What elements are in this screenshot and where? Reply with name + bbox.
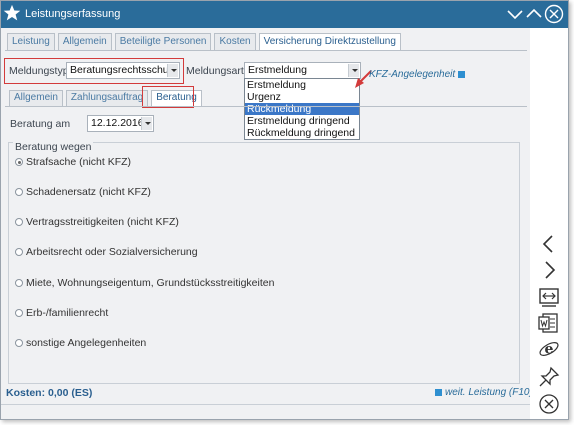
close-circle-icon[interactable] (538, 393, 560, 415)
radio-button[interactable] (15, 248, 23, 256)
tab-kosten[interactable]: Kosten (214, 33, 256, 50)
radio-button[interactable] (15, 339, 23, 347)
word-icon[interactable] (538, 312, 560, 334)
dropdown-option-rueckmeldung-dringend[interactable]: Rückmeldung dringend (245, 127, 359, 139)
radio-option-arbeitsrecht[interactable]: Arbeitsrecht oder Sozialversicherung (15, 246, 198, 258)
footer-divider (1, 404, 530, 405)
beratung-wegen-legend: Beratung wegen (13, 141, 94, 153)
beratung-am-date-field[interactable]: 12.12.2016 (87, 115, 154, 132)
subtabs-divider (5, 106, 527, 107)
main-tabs: Leistung Allgemein Beteiligte Personen K… (7, 33, 401, 50)
subtab-allgemein[interactable]: Allgemein (9, 90, 63, 106)
close-icon[interactable] (544, 4, 564, 24)
tabs-divider (5, 50, 527, 51)
kfz-angelegenheit-link[interactable]: KFZ-Angelegenheit (369, 69, 466, 80)
pin-icon[interactable] (538, 366, 560, 388)
dropdown-option-erstmeldung[interactable]: Erstmeldung (245, 79, 359, 91)
main-content: Leistung Allgemein Beteiligte Personen K… (1, 28, 533, 405)
radio-label: Vertragsstreitigkeiten (nicht KFZ) (26, 216, 179, 228)
chevron-right-icon[interactable] (538, 259, 560, 281)
title-bar: Leistungserfassung (1, 1, 568, 28)
resize-icon[interactable] (538, 286, 560, 308)
radio-option-schadenersatz[interactable]: Schadenersatz (nicht KFZ) (15, 186, 151, 198)
app-window: Leistungserfassung Leistung Allgemein Be… (0, 0, 569, 420)
radio-label: Arbeitsrecht oder Sozialversicherung (26, 246, 198, 258)
meldungsart-dropdown: Erstmeldung Urgenz Rückmeldung Erstmeldu… (244, 78, 360, 140)
subtab-zahlungsauftrag[interactable]: Zahlungsauftrag (65, 90, 149, 106)
radio-option-erbrecht[interactable]: Erb-/familienrecht (15, 307, 108, 319)
tab-allgemein[interactable]: Allgemein (57, 33, 112, 50)
internet-explorer-icon[interactable]: e (538, 338, 560, 360)
square-icon (435, 388, 442, 396)
chevron-left-icon[interactable] (538, 233, 560, 255)
tab-beteiligte-personen[interactable]: Beteiligte Personen (114, 33, 212, 50)
radio-button[interactable] (15, 188, 23, 196)
radio-label: Miete, Wohnungseigentum, Grundstücksstre… (26, 277, 275, 289)
meldungsart-value: Erstmeldung (248, 64, 307, 76)
dropdown-option-urgenz[interactable]: Urgenz (245, 91, 359, 103)
checkbox-square-icon[interactable] (458, 70, 466, 78)
window-title: Leistungserfassung (25, 8, 121, 20)
meldungsart-label: Meldungsart (186, 65, 244, 77)
radio-label: Schadenersatz (nicht KFZ) (26, 186, 151, 198)
meldungstyp-value: Beratungsrechtsschutz (70, 64, 177, 76)
meldungsart-select[interactable]: Erstmeldung (244, 62, 361, 79)
star-icon (3, 4, 21, 21)
meldungstyp-select[interactable]: Beratungsrechtsschutz (66, 62, 180, 79)
beratung-am-value: 12.12.2016 (91, 117, 144, 129)
radio-button[interactable] (15, 158, 23, 166)
radio-label: Strafsache (nicht KFZ) (26, 156, 132, 168)
dropdown-option-rueckmeldung[interactable]: Rückmeldung (245, 103, 359, 115)
radio-label: Erb-/familienrecht (26, 307, 109, 319)
tab-versicherung-direktzustellung[interactable]: Versicherung Direktzustellung (258, 33, 401, 50)
radio-option-vertragsstreitigkeiten[interactable]: Vertragsstreitigkeiten (nicht KFZ) (15, 216, 179, 228)
chevron-down-icon[interactable] (167, 64, 178, 77)
weitere-leistung-link[interactable]: weit. Leistung (F10) (435, 387, 533, 398)
radio-label: sonstige Angelegenheiten (26, 337, 147, 349)
expand-up-icon[interactable] (525, 5, 543, 23)
radio-button[interactable] (15, 279, 23, 287)
beratung-tab-highlight (142, 86, 194, 108)
radio-option-miete[interactable]: Miete, Wohnungseigentum, Grundstücksstre… (15, 277, 274, 289)
kfz-label: KFZ-Angelegenheit (369, 69, 456, 80)
beratung-am-label: Beratung am (10, 118, 71, 130)
tab-leistung[interactable]: Leistung (7, 33, 55, 50)
right-sidebar: e (530, 28, 568, 419)
radio-button[interactable] (15, 309, 23, 317)
chevron-down-icon[interactable] (141, 117, 152, 130)
collapse-down-icon[interactable] (506, 5, 524, 23)
meldungstyp-label: Meldungstyp (9, 65, 69, 77)
radio-button[interactable] (15, 218, 23, 226)
radio-option-strafsache[interactable]: Strafsache (nicht KFZ) (15, 156, 131, 168)
radio-option-sonstige[interactable]: sonstige Angelegenheiten (15, 337, 146, 349)
dropdown-option-erstmeldung-dringend[interactable]: Erstmeldung dringend (245, 115, 359, 127)
svg-text:e: e (545, 342, 554, 358)
kosten-summary: Kosten: 0,00 (ES) (6, 387, 93, 399)
weitere-leistung-label: weit. Leistung (F10) (445, 387, 533, 398)
